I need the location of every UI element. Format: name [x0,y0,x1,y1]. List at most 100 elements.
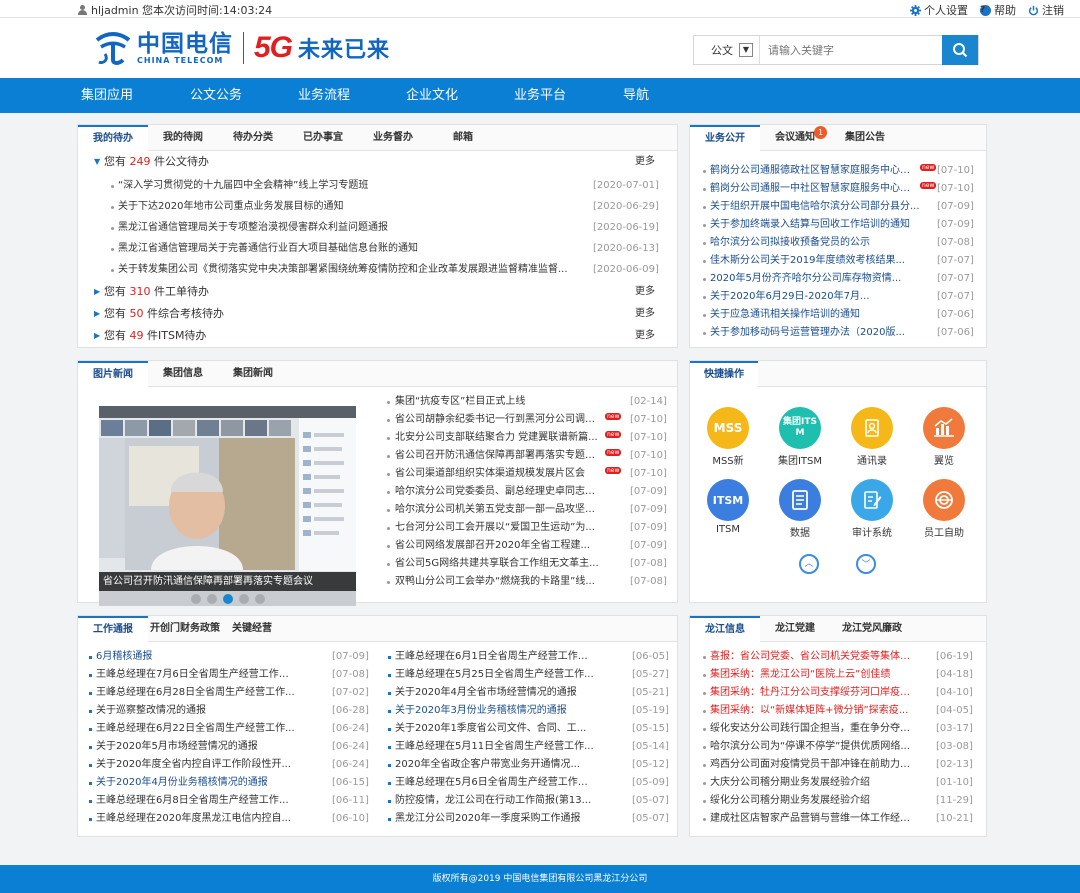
quick-action-itsm[interactable]: ITSM ITSM [698,479,758,535]
todo-doc-item[interactable]: 关于转发集团公司《贯彻落实党中央决策部署紧围绕统筹疫情防控和企业改革发展跟进监督… [78,261,677,279]
nav-item-documents[interactable]: 公文公务 [190,78,242,113]
item-title[interactable]: 关于参加终端录入结算与回收工作培训的通知 [710,216,922,234]
logout-link[interactable]: 注销 [1028,2,1064,18]
longjiang-item[interactable]: 集团采纳：牡丹江分公司支撑绥芬河口岸疫情... [04-10] [690,684,986,702]
quick-action-contacts[interactable]: 通讯录 [842,407,902,467]
affairs-item[interactable]: 佳木斯分公司关于2019年度绩效考核结果... [07-07] [690,252,986,270]
work-report-item[interactable]: 2020年全省政企客户带宽业务开通情况... [05-12] [78,756,677,774]
longjiang-item[interactable]: 喜报：省公司党委、省公司机关党委等集体及... [06-19] [690,648,986,666]
nav-item-platform[interactable]: 业务平台 [514,78,566,113]
item-title[interactable]: 哈尔滨分公司党委委员、副总经理史卓同志赴... [395,483,603,501]
work-report-item[interactable]: 王峰总经理在5月11日全省周生产经营工作... [05-14] [78,738,677,756]
item-title[interactable]: 哈尔滨分公司拟接收预备党员的公示 [710,234,922,252]
tab-my-todo[interactable]: 我的待办 [78,125,148,152]
todo-doc-item[interactable]: “深入学习贯彻党的十九届四中全会精神”线上学习专题班 [2020-07-01] [78,177,677,195]
work-report-item[interactable]: 黑龙江分公司2020年一季度采购工作通报 [05-07] [78,810,677,828]
work-report-item[interactable]: 关于2020年4月全省市场经营情况的通报 [05-21] [78,684,677,702]
item-title[interactable]: 哈尔滨分公司机关第五党支部一部一品攻坚显... [395,501,603,519]
tab-longjiang-integrity[interactable]: 龙江党风廉政 [830,616,914,642]
longjiang-item[interactable]: 集团采纳：以“新媒体矩阵+微分销”探索疫... [04-05] [690,702,986,720]
more-link[interactable]: 更多 [635,325,655,347]
news-item[interactable]: 哈尔滨分公司党委委员、副总经理史卓同志赴... [07-09] [78,483,677,501]
item-title[interactable]: 关于应急通讯相关操作培训的通知 [710,306,922,324]
item-title[interactable]: 佳木斯分公司关于2019年度绩效考核结果... [710,252,922,270]
item-title[interactable]: 集团采纳：黑龙江公司“医院上云”创佳绩 [710,666,918,684]
quick-action-audit-edit[interactable]: 审计系统 [842,479,902,539]
tab-my-toread[interactable]: 我的待阅 [148,125,218,151]
item-title[interactable]: 哈尔滨分公司为“停课不停学”提供优质网络... [710,738,918,756]
item-title[interactable]: 关于组织开展中国电信哈尔滨分公司部分县分... [710,198,922,216]
item-title[interactable]: 省公司胡静余纪委书记一行到黑河分公司调研... [395,411,603,429]
item-title[interactable]: 七台河分公司工会开展以“爱国卫生运动”为... [395,519,603,537]
tab-group-info[interactable]: 集团信息 [148,361,218,387]
tab-work-reports[interactable]: 工作通报 [78,616,148,643]
todo-doc-item[interactable]: 黑龙江省通信管理局关于专项整治漠视侵害群众利益问题通报 [2020-06-19] [78,219,677,237]
tab-todo-category[interactable]: 待办分类 [218,125,288,151]
item-title[interactable]: 大庆分公司稽分期业务发展经验介绍 [710,774,918,792]
item-title[interactable]: 集团采纳：牡丹江分公司支撑绥芬河口岸疫情... [710,684,918,702]
news-item[interactable]: 七台河分公司工会开展以“爱国卫生运动”为... [07-09] [78,519,677,537]
longjiang-item[interactable]: 绥化安达分公司践行国企担当，重在争分夺秒... [03-17] [690,720,986,738]
tab-longjiang-party[interactable]: 龙江党建 [760,616,830,642]
carousel-dot[interactable] [254,593,265,604]
tab-longjiang-info[interactable]: 龙江信息 [690,616,760,643]
tab-business-public[interactable]: 业务公开 [690,125,760,152]
item-title[interactable]: 王峰总经理在5月25日全省周生产经营工作... [395,666,595,684]
carousel-dot[interactable] [206,593,217,604]
news-item[interactable]: 省公司召开防汛通信保障再部署再落实专题会... new [07-10] [78,447,677,465]
quick-action-self-service[interactable]: 员工自助 [914,479,974,539]
item-title[interactable]: 关于2020年1季度省公司文件、合同、工... [395,720,595,738]
carousel-dot[interactable] [190,593,201,604]
todo-doc-item[interactable]: 黑龙江省通信管理局关于完善通信行业百大项目基础信息台账的通知 [2020-06-1… [78,240,677,258]
item-title[interactable]: 绥化分公司稽分期业务发展经验介绍 [710,792,918,810]
item-title[interactable]: 省公司召开防汛通信保障再部署再落实专题会... [395,447,603,465]
tab-group-announcement[interactable]: 集团公告 [830,125,900,151]
quick-action-itsm-group[interactable]: 集团ITSM 集团ITSM [770,407,830,467]
item-title[interactable]: 关于2020年6月29日-2020年7月... [710,288,922,306]
work-report-item[interactable]: 关于2020年1季度省公司文件、合同、工... [05-15] [78,720,677,738]
tab-quick-actions[interactable]: 快捷操作 [690,361,758,388]
item-title[interactable]: “深入学习贯彻党的十九届四中全会精神”线上学习专题班 [118,177,576,195]
settings-link[interactable]: 个人设置 [910,2,968,18]
item-title[interactable]: 省公司网络发展部召开2020年全省工程建... [395,537,603,555]
affairs-item[interactable]: 鹤岗分公司通服德政社区智慧家庭服务中心营... new [07-10] [690,162,986,180]
tab-done[interactable]: 已办事宜 [288,125,358,151]
affairs-item[interactable]: 关于参加移动码号运营管理办法（2020版... [07-06] [690,324,986,342]
search-button[interactable] [942,35,978,65]
item-title[interactable]: 集团采纳：以“新媒体矩阵+微分销”探索疫... [710,702,918,720]
quick-action-mss[interactable]: MSS MSS新 [698,407,758,467]
affairs-item[interactable]: 关于参加终端录入结算与回收工作培训的通知 [07-09] [690,216,986,234]
news-item[interactable]: 省公司渠道部组织实体渠道规模发展片区会 new [07-10] [78,465,677,483]
longjiang-item[interactable]: 集团采纳：黑龙江公司“医院上云”创佳绩 [04-18] [690,666,986,684]
item-title[interactable]: 鹤岗分公司通服一中社区智慧家庭服务中心营... [710,180,918,198]
item-title[interactable]: 省公司5G网络共建共享联合工作组无文革主... [395,555,603,573]
tab-mailbox[interactable]: 邮箱 [428,125,498,151]
search-input[interactable] [760,36,942,64]
item-title[interactable]: 王峰总经理在6月1日全省周生产经营工作调... [395,648,595,666]
item-title[interactable]: 黑龙江省通信管理局关于完善通信行业百大项目基础信息台账的通知 [118,240,576,258]
nav-item-workflow[interactable]: 业务流程 [298,78,350,113]
affairs-item[interactable]: 关于组织开展中国电信哈尔滨分公司部分县分... [07-09] [690,198,986,216]
longjiang-item[interactable]: 建成社区店智家产品营销与营维一体工作经验... [10-21] [690,810,986,828]
scroll-up-button[interactable]: ︿ [799,554,819,574]
tab-finance-policy[interactable]: 开创门财务政策 [148,616,222,642]
logo[interactable]: 中国电信 CHINA TELECOM 5G 未来已来 [93,30,390,66]
news-item[interactable]: 省公司5G网络共建共享联合工作组无文革主... [07-08] [78,555,677,573]
carousel-dot[interactable] [238,593,249,604]
work-report-item[interactable]: 王峰总经理在5月6日全省周生产经营工作调... [05-09] [78,774,677,792]
item-title[interactable]: 关于参加移动码号运营管理办法（2020版... [710,324,922,342]
longjiang-item[interactable]: 鸡西分公司面对疫情党员干部冲锋在前助力全... [02-13] [690,756,986,774]
nav-item-culture[interactable]: 企业文化 [406,78,458,113]
longjiang-item[interactable]: 绥化分公司稽分期业务发展经验介绍 [11-29] [690,792,986,810]
news-item[interactable]: 北安分公司支部联结聚合力 党建翼联谱新篇... new [07-10] [78,429,677,447]
news-item[interactable]: 省公司网络发展部召开2020年全省工程建... [07-09] [78,537,677,555]
item-title[interactable]: 王峰总经理在5月6日全省周生产经营工作调... [395,774,595,792]
item-title[interactable]: 双鸭山分公司工会举办“燃烧我的卡路里”线... [395,573,603,591]
item-title[interactable]: 喜报：省公司党委、省公司机关党委等集体及... [710,648,918,666]
more-link[interactable]: 更多 [635,303,655,325]
todo-group-documents[interactable]: ▼ 您有 249 件公文待办 更多 [78,151,677,173]
news-item[interactable]: 双鸭山分公司工会举办“燃烧我的卡路里”线... [07-08] [78,573,677,591]
help-link[interactable]: ? 帮助 [980,2,1016,18]
work-report-item[interactable]: 防控疫情，龙江公司在行动工作简报(第13... [05-07] [78,792,677,810]
item-title[interactable]: 北安分公司支部联结聚合力 党建翼联谱新篇... [395,429,603,447]
